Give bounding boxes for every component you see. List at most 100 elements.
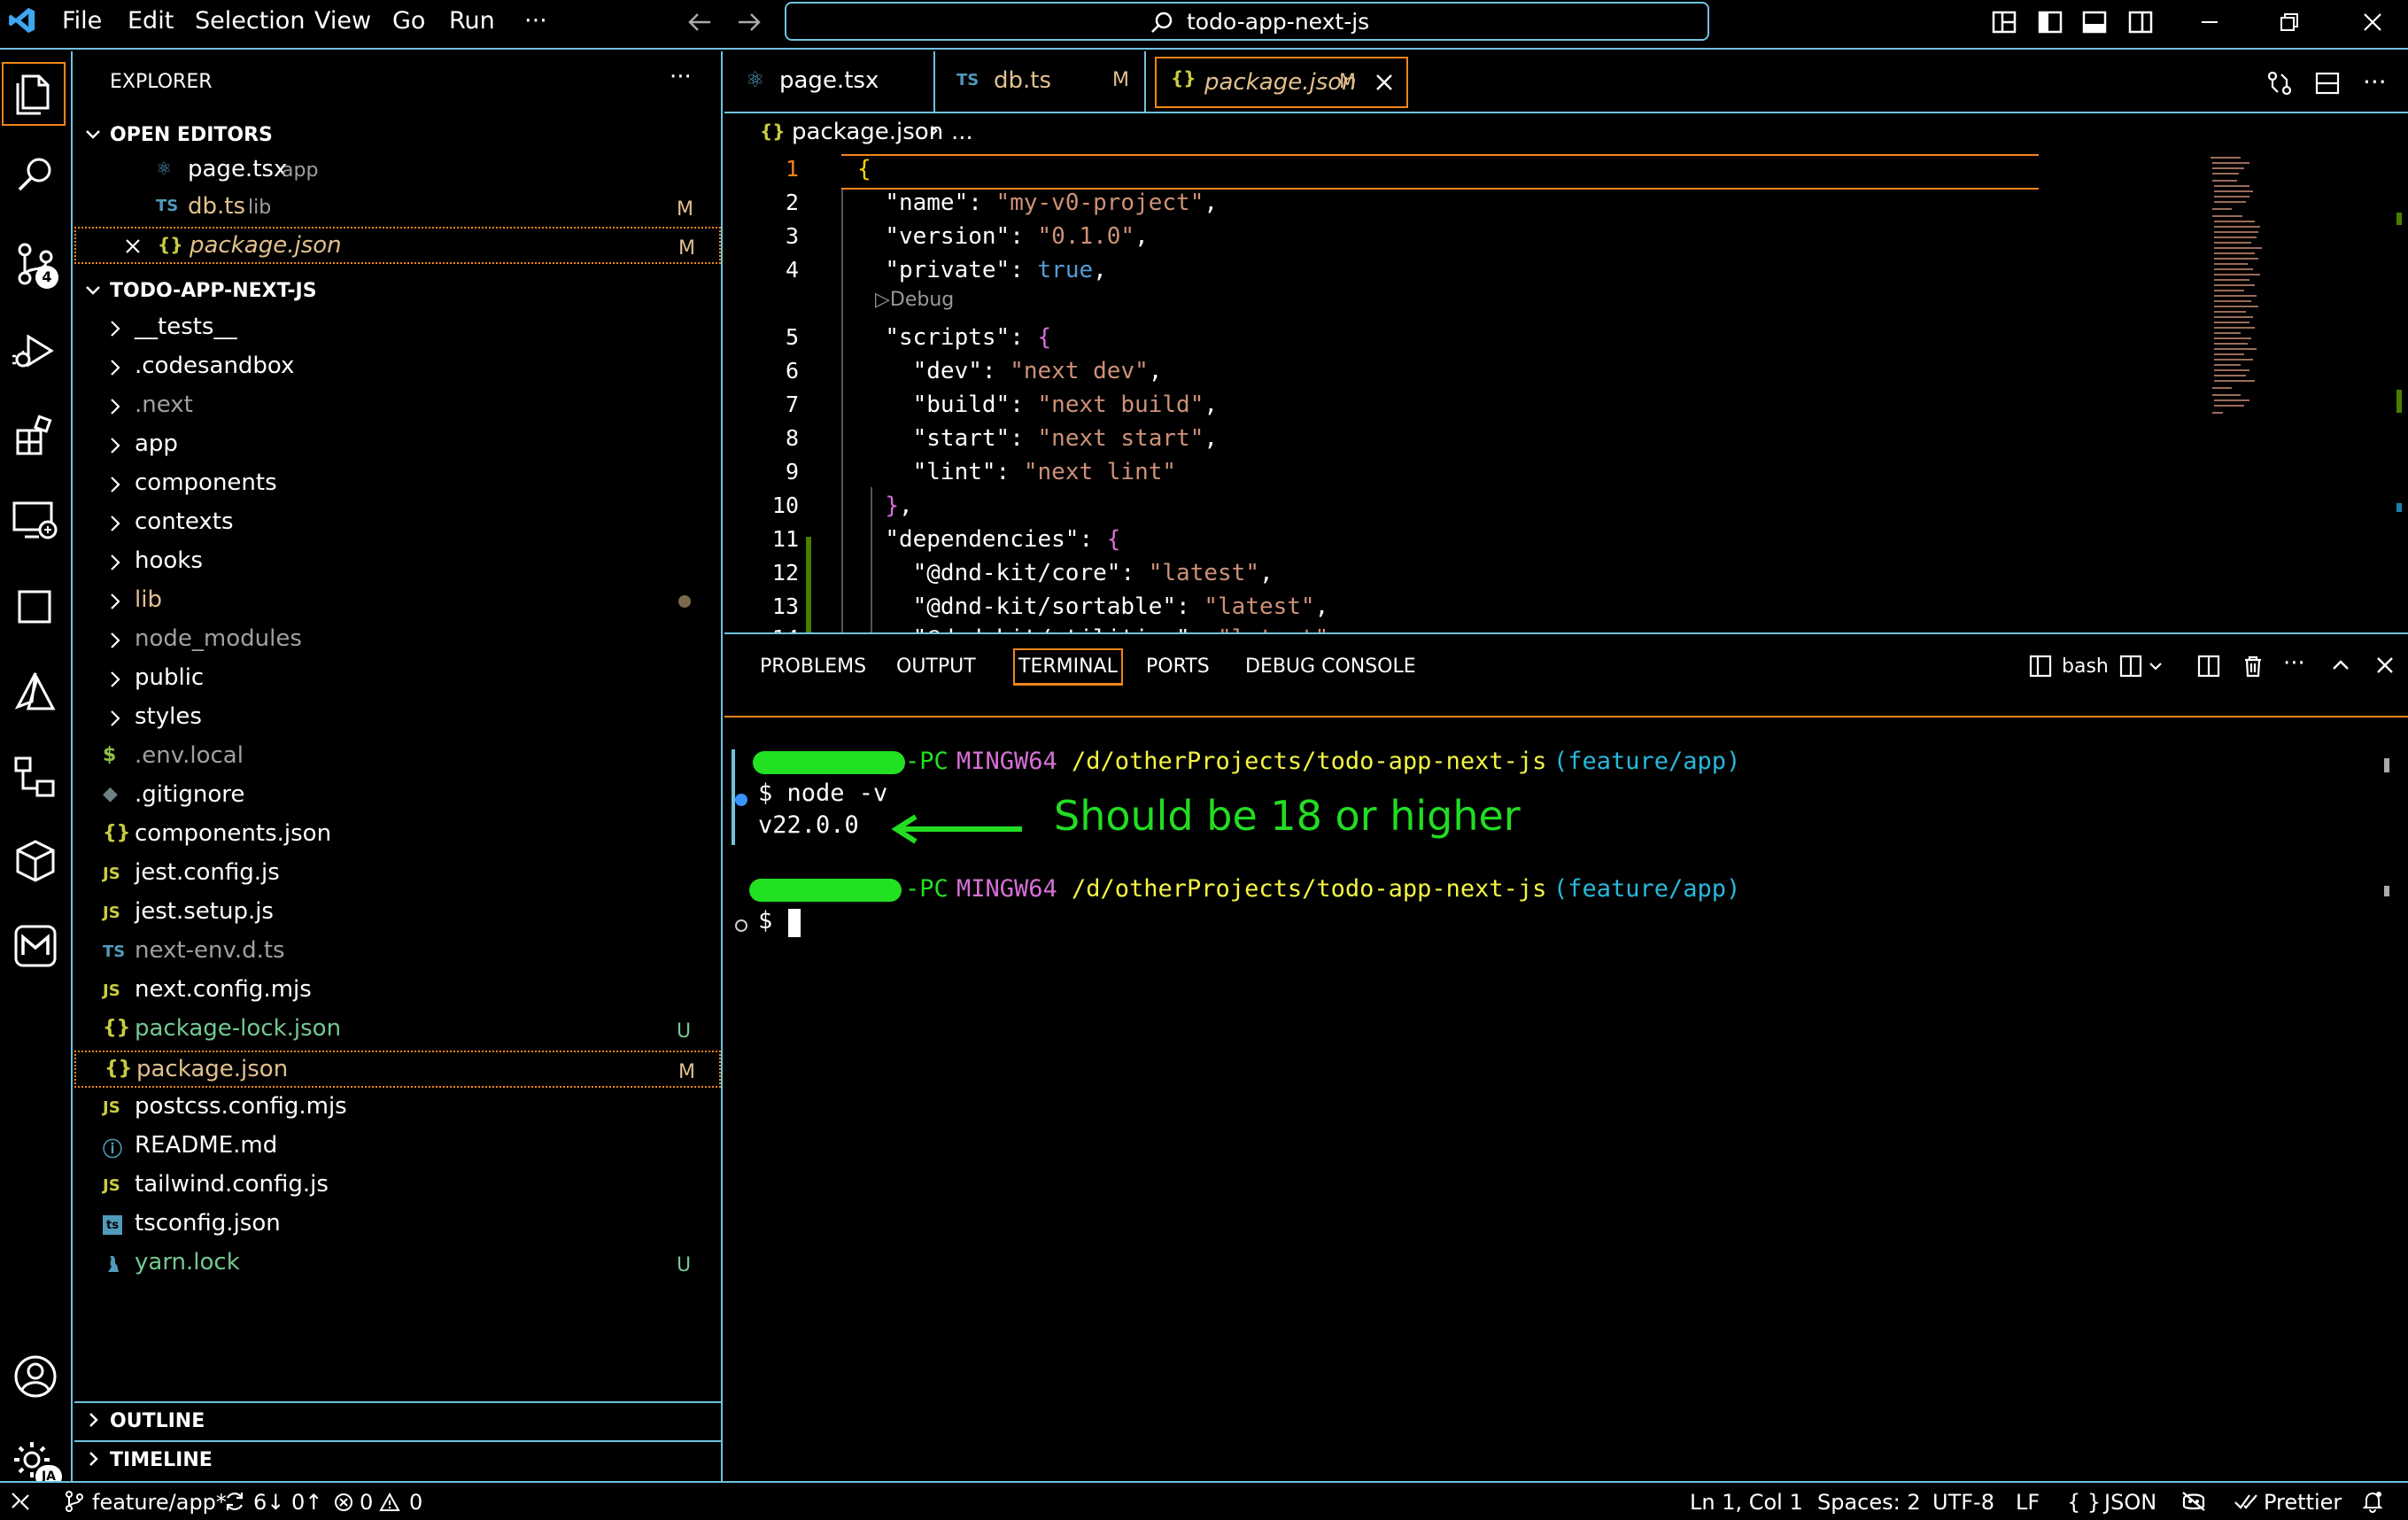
panel-more-button[interactable]: ···: [2283, 650, 2305, 677]
menu-more[interactable]: ···: [524, 7, 547, 35]
run-debug-icon[interactable]: [9, 324, 62, 377]
new-terminal-split-icon[interactable]: [2118, 654, 2143, 679]
terminal-shell-label[interactable]: bash: [2062, 655, 2109, 678]
hierarchy-icon[interactable]: [9, 751, 62, 804]
file-item[interactable]: TS next-env.d.ts: [74, 934, 721, 971]
file-item[interactable]: {} package-lock.json U: [74, 1012, 721, 1049]
folder-item[interactable]: .next: [74, 388, 721, 425]
notifications-bell-icon[interactable]: [2361, 1490, 2384, 1513]
stop-square-icon[interactable]: [9, 581, 62, 634]
explorer-more-button[interactable]: ···: [670, 64, 692, 90]
folder-item[interactable]: styles: [74, 700, 721, 737]
customize-layout-icon[interactable]: [1991, 9, 2017, 35]
end-of-line[interactable]: LF: [2016, 1490, 2040, 1515]
forward-arrow-icon[interactable]: [735, 9, 763, 35]
project-folder-header[interactable]: TODO-APP-NEXT-JS: [74, 273, 721, 310]
error-count[interactable]: 0: [360, 1490, 373, 1515]
close-tab-icon[interactable]: [1373, 71, 1396, 94]
menu-file[interactable]: File: [62, 7, 102, 35]
debug-codelens[interactable]: ▷Debug: [875, 289, 954, 311]
toggle-secondary-sidebar-icon[interactable]: [2127, 9, 2154, 35]
close-window-icon[interactable]: [2359, 9, 2386, 35]
command-center-search[interactable]: todo-app-next-js: [785, 2, 1709, 41]
azure-icon[interactable]: [9, 666, 62, 719]
file-item[interactable]: ◆ .gitignore: [74, 778, 721, 815]
folder-item[interactable]: node_modules: [74, 622, 721, 659]
editor-scrollbar[interactable]: [2389, 151, 2405, 632]
folder-item[interactable]: lib: [74, 583, 721, 620]
minimize-icon[interactable]: [2196, 9, 2223, 35]
file-item[interactable]: JS jest.setup.js: [74, 895, 721, 932]
manage-gear-icon[interactable]: JA: [9, 1435, 62, 1488]
folder-item[interactable]: app: [74, 427, 721, 464]
open-editor-item[interactable]: TS db.ts lib M: [74, 190, 721, 227]
file-item[interactable]: {} components.json: [74, 817, 721, 854]
toggle-panel-icon[interactable]: [2081, 9, 2108, 35]
breadcrumb-file[interactable]: package.json: [792, 119, 943, 145]
folder-item[interactable]: components: [74, 466, 721, 503]
chevron-down-icon[interactable]: [2147, 657, 2164, 675]
menu-selection[interactable]: Selection: [195, 7, 305, 35]
file-item[interactable]: {} package.json M: [74, 1051, 721, 1088]
warning-count[interactable]: 0: [409, 1490, 422, 1515]
file-item[interactable]: JS jest.config.js: [74, 856, 721, 893]
restore-icon[interactable]: [2276, 9, 2303, 35]
open-changes-icon[interactable]: [2265, 69, 2294, 97]
minimap[interactable]: [2205, 154, 2294, 438]
close-icon[interactable]: [122, 236, 143, 257]
explorer-icon[interactable]: [2, 62, 66, 126]
toggle-primary-sidebar-icon[interactable]: [2037, 9, 2063, 35]
accounts-icon[interactable]: [9, 1350, 62, 1403]
language-mode[interactable]: JSON: [2104, 1490, 2156, 1515]
tab-db-ts[interactable]: TS db.ts M: [935, 51, 1146, 112]
close-panel-icon[interactable]: [2373, 654, 2396, 677]
file-item[interactable]: JS postcss.config.mjs: [74, 1090, 721, 1127]
package-box-icon[interactable]: [9, 834, 62, 888]
breadcrumb-symbol[interactable]: ...: [951, 119, 973, 145]
split-terminal-icon[interactable]: [2196, 654, 2221, 679]
copilot-icon[interactable]: [2180, 1490, 2207, 1513]
open-editor-item[interactable]: ⚛ page.tsx app: [74, 152, 721, 190]
sync-status[interactable]: 6↓ 0↑: [253, 1490, 322, 1515]
file-item[interactable]: yarn.lock U: [74, 1245, 721, 1283]
trash-icon[interactable]: [2241, 654, 2265, 679]
source-control-icon[interactable]: 4: [9, 237, 62, 291]
outline-header[interactable]: OUTLINE: [74, 1401, 721, 1439]
tab-problems[interactable]: PROBLEMS: [760, 655, 866, 678]
menu-view[interactable]: View: [314, 7, 371, 35]
file-item[interactable]: ⓘ README.md: [74, 1128, 721, 1166]
terminal[interactable]: -PC MINGW64 /d/otherProjects/todo-app-ne…: [724, 716, 2408, 1483]
gmail-extension-icon[interactable]: [9, 919, 62, 973]
tab-terminal[interactable]: TERMINAL: [1013, 648, 1123, 686]
file-item[interactable]: $ .env.local: [74, 739, 721, 776]
file-item[interactable]: JS next.config.mjs: [74, 973, 721, 1010]
folder-item[interactable]: __tests__: [74, 310, 721, 347]
menu-edit[interactable]: Edit: [128, 7, 174, 35]
open-editor-item-active[interactable]: {} package.json M: [74, 227, 721, 264]
tab-page-tsx[interactable]: ⚛ page.tsx: [724, 51, 935, 112]
remote-explorer-icon[interactable]: [9, 494, 62, 547]
open-editors-header[interactable]: OPEN EDITORS: [74, 117, 721, 154]
maximize-panel-chevron-up-icon[interactable]: [2329, 654, 2352, 677]
tab-debug-console[interactable]: DEBUG CONSOLE: [1245, 655, 1416, 678]
code-editor[interactable]: 1 {2 "name": "my-v0-project", 3 "version":…: [724, 151, 2408, 632]
search-icon[interactable]: [9, 149, 62, 202]
folder-item[interactable]: public: [74, 661, 721, 698]
editor-more-button[interactable]: ···: [2363, 67, 2387, 97]
encoding[interactable]: UTF-8: [1932, 1490, 1994, 1515]
indentation[interactable]: Spaces: 2: [1817, 1490, 1921, 1515]
tab-output[interactable]: OUTPUT: [896, 655, 976, 678]
cursor-position[interactable]: Ln 1, Col 1: [1690, 1490, 1803, 1515]
folder-item[interactable]: hooks: [74, 544, 721, 581]
split-editor-icon[interactable]: [2313, 69, 2342, 97]
file-item[interactable]: ts tsconfig.json: [74, 1206, 721, 1244]
menu-run[interactable]: Run: [449, 7, 495, 35]
menu-go[interactable]: Go: [392, 7, 425, 35]
back-arrow-icon[interactable]: [685, 9, 714, 35]
remote-indicator-icon[interactable]: [9, 1490, 32, 1513]
extensions-icon[interactable]: [9, 409, 62, 462]
prettier-status[interactable]: Prettier: [2264, 1490, 2342, 1515]
tab-ports[interactable]: PORTS: [1146, 655, 1210, 678]
tab-package-json[interactable]: {} package.json M: [1155, 57, 1408, 108]
git-branch-label[interactable]: feature/app*: [92, 1490, 227, 1515]
